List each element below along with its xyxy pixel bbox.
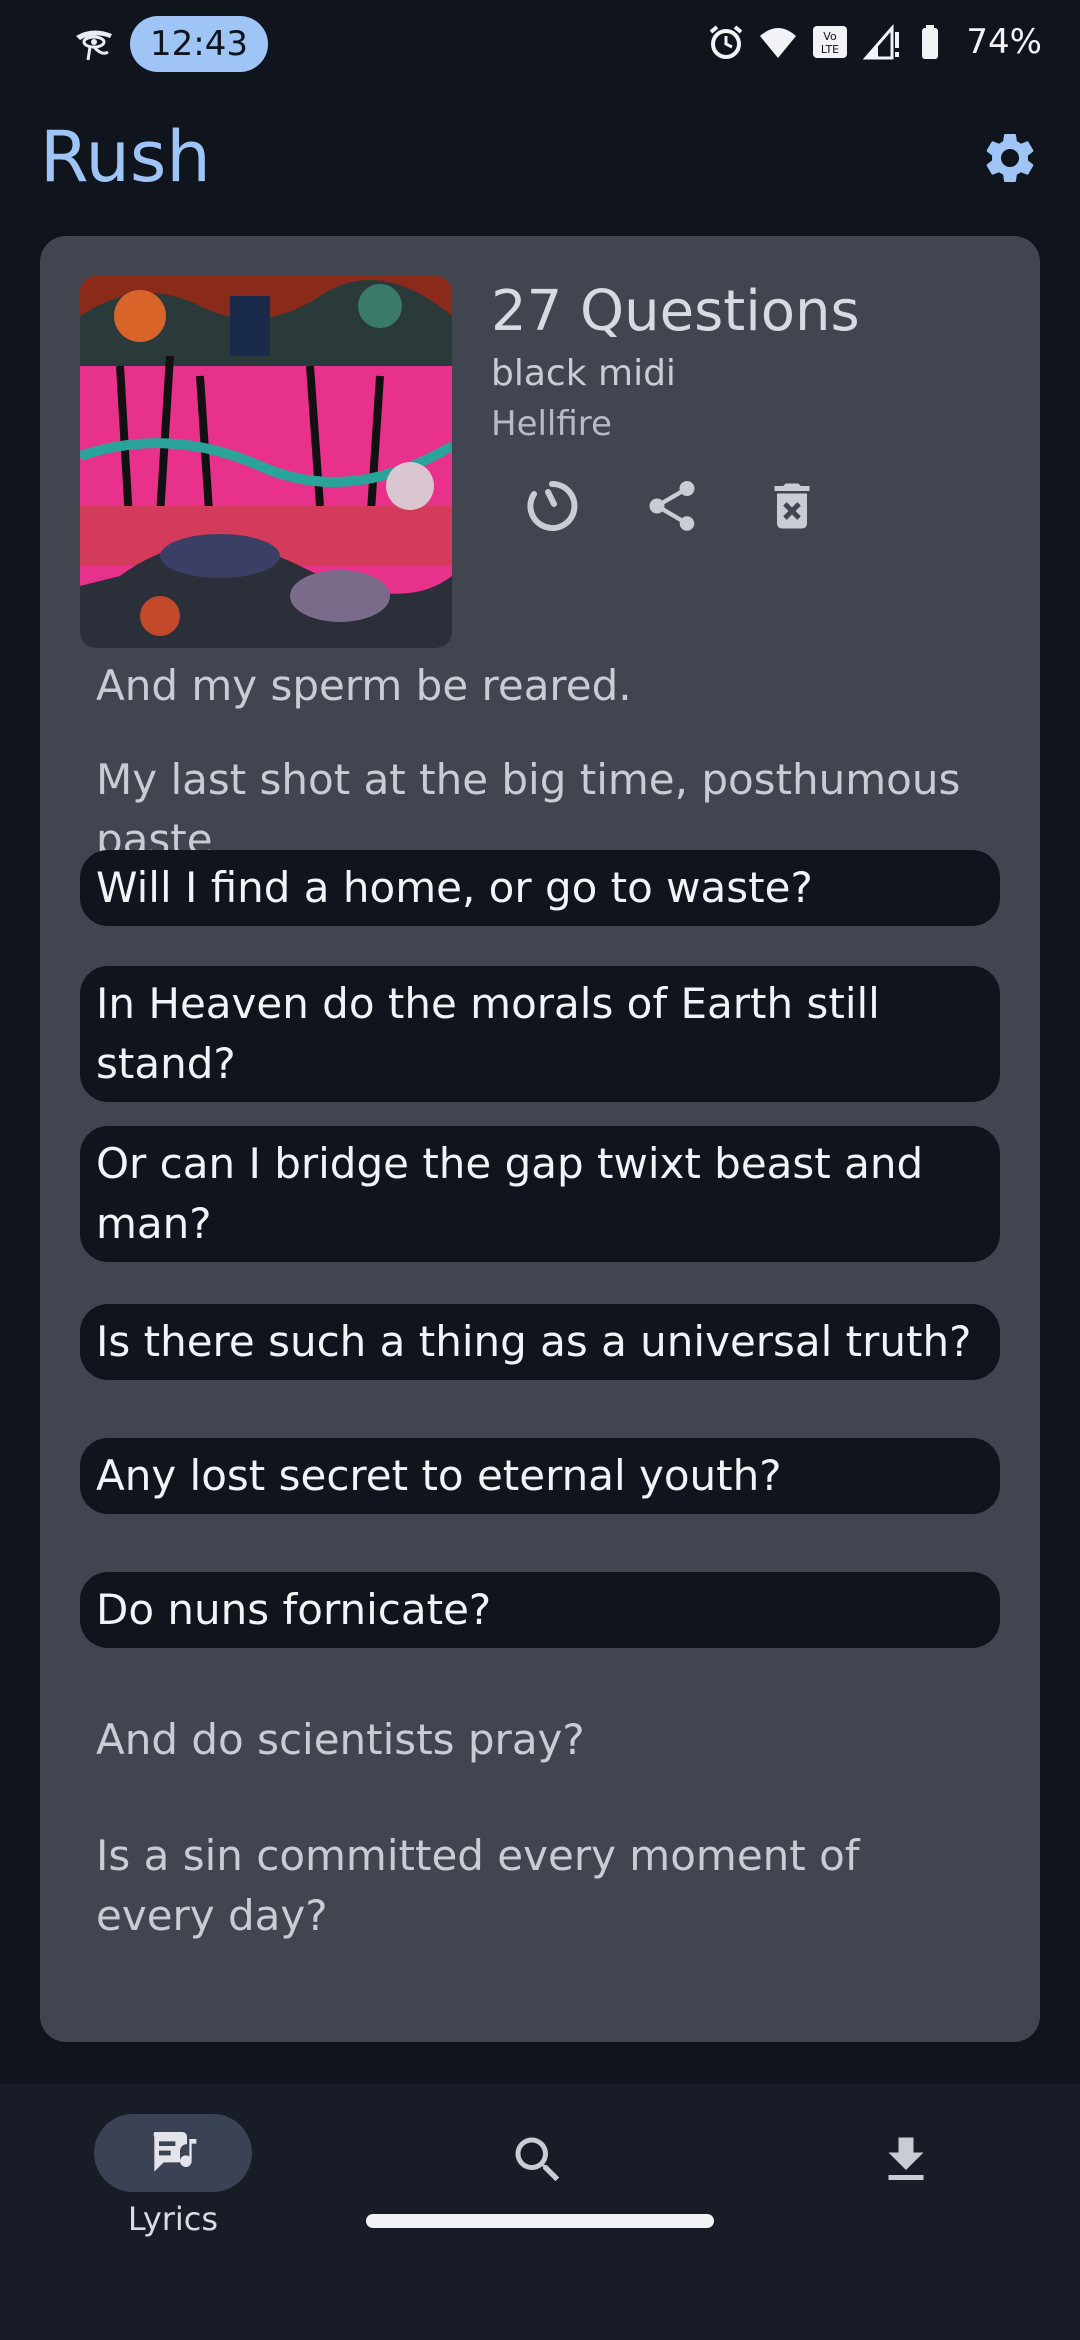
lyrics-list[interactable]: And my sperm be reared. My last shot at … (80, 660, 1000, 2042)
home-indicator[interactable] (366, 2214, 714, 2228)
app-title: Rush (40, 116, 211, 198)
status-right: Vo LTE 74% (706, 22, 1042, 62)
battery-icon (922, 25, 939, 59)
svg-text:LTE: LTE (821, 43, 839, 56)
lyric-line: And do scientists pray? (96, 1715, 585, 1764)
song-title: 27 Questions (491, 279, 860, 344)
bottom-navigation: Lyrics (0, 2084, 1080, 2340)
nav-lyrics-tab[interactable] (94, 2114, 252, 2192)
song-actions (522, 476, 822, 536)
album-art (80, 276, 452, 648)
lyric-line-highlighted[interactable]: Is there such a thing as a universal tru… (80, 1304, 1000, 1380)
lyric-line-highlighted[interactable]: In Heaven do the morals of Earth still s… (80, 966, 1000, 1102)
search-icon[interactable] (508, 2130, 568, 2190)
gear-icon[interactable] (980, 128, 1040, 188)
lyric-line-highlighted[interactable]: Or can I bridge the gap twixt beast and … (80, 1126, 1000, 1262)
battery-percentage: 74% (966, 22, 1042, 62)
status-left: 12:43 (72, 16, 268, 72)
signal-icon (863, 23, 900, 60)
lyric-line: Is a sin committed every moment of every… (96, 1831, 860, 1940)
status-bar: 12:43 Vo LTE 74% (0, 0, 1080, 88)
eye-of-horus-icon (76, 30, 112, 61)
nav-lyrics-label: Lyrics (127, 2200, 219, 2238)
song-album: Hellfire (491, 404, 612, 444)
song-card: 27 Questions black midi Hellfire And my … (40, 236, 1040, 2042)
lyrics-icon (153, 2132, 197, 2172)
alarm-icon (710, 25, 743, 59)
status-time: 12:43 (130, 16, 268, 72)
sync-icon[interactable] (522, 476, 582, 536)
lyric-line-highlighted[interactable]: Any lost secret to eternal youth? (80, 1438, 1000, 1514)
song-artist: black midi (491, 353, 676, 394)
svg-text:Vo: Vo (824, 30, 838, 43)
wifi-icon (760, 28, 797, 58)
volte-icon: Vo LTE (813, 26, 848, 58)
delete-icon[interactable] (762, 476, 822, 536)
lyric-line-highlighted[interactable]: Do nuns fornicate? (80, 1572, 1000, 1648)
share-icon[interactable] (642, 476, 702, 536)
lyric-line-highlighted[interactable]: Will I find a home, or go to waste? (80, 850, 1000, 926)
download-icon[interactable] (876, 2130, 936, 2190)
lyric-line: And my sperm be reared. (96, 661, 632, 710)
